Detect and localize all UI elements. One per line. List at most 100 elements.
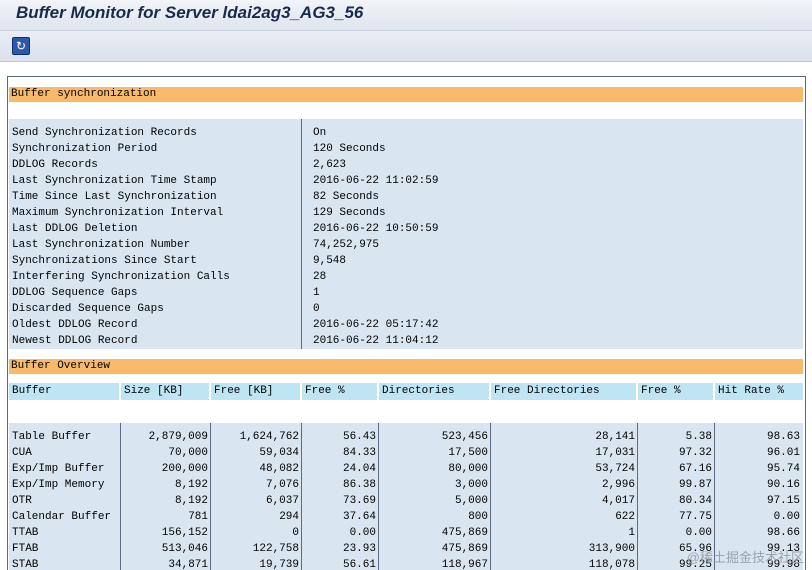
overview-row: FTAB 513,046 122,758 23.93 475,869 313,900 65.… [9, 541, 803, 557]
window-title: Buffer Monitor for Server ldai2ag3_AG3_5… [16, 3, 364, 22]
ov-free-pct: 24.04 [342, 463, 376, 475]
ov-buffer: Exp/Imp Buffer [12, 463, 105, 475]
ov-directories: 118,967 [441, 559, 488, 570]
sync-row-value: 129 Seconds [313, 207, 386, 219]
sync-row-label: Last DDLOG Deletion [12, 223, 138, 235]
ov-free-kb: 294 [279, 511, 299, 523]
sync-row: Last Synchronization Number 74,252,975 [9, 237, 803, 253]
ov-directories: 3,000 [454, 479, 488, 491]
main-content: Buffer synchronization Send Synchronizat… [0, 62, 812, 570]
ov-directories: 475,869 [441, 527, 488, 539]
ov-size: 2,879,009 [148, 431, 208, 443]
ov-buffer: Exp/Imp Memory [12, 479, 105, 491]
sync-row-label: Send Synchronization Records [12, 127, 197, 139]
col-free-dir-pct: Free % [638, 383, 713, 400]
ov-directories: 523,456 [441, 431, 488, 443]
sync-row-label: Oldest DDLOG Record [12, 319, 138, 331]
col-free-pct: Free % [302, 383, 377, 400]
refresh-icon[interactable]: ↻ [12, 37, 30, 55]
sync-row-value: 2016-06-22 05:17:42 [313, 319, 439, 331]
sync-row-label: Newest DDLOG Record [12, 335, 138, 347]
ov-buffer: Calendar Buffer [12, 511, 112, 523]
sync-row-value: On [313, 127, 327, 139]
ov-free-kb: 6,037 [265, 495, 299, 507]
ov-size: 200,000 [161, 463, 208, 475]
sync-row-value: 9,548 [313, 255, 347, 267]
ov-free-kb: 19,739 [259, 559, 299, 570]
ov-free-directories: 622 [615, 511, 635, 523]
ov-free-directories: 17,031 [595, 447, 635, 459]
sync-row: Discarded Sequence Gaps 0 [9, 301, 803, 317]
ov-buffer: STAB [12, 559, 39, 570]
ov-size: 34,871 [168, 559, 208, 570]
sync-row: Send Synchronization Records On [9, 125, 803, 141]
ov-size: 781 [188, 511, 208, 523]
sync-row: Last Synchronization Time Stamp 2016-06-2… [9, 173, 803, 189]
sync-row-label: Interfering Synchronization Calls [12, 271, 230, 283]
ov-free-pct: 56.43 [342, 431, 376, 443]
ov-free-dir-pct: 97.32 [678, 447, 712, 459]
sync-row-value: 28 [313, 271, 327, 283]
ov-free-directories: 53,724 [595, 463, 635, 475]
sync-row-label: Last Synchronization Number [12, 239, 191, 251]
overview-row: Table Buffer 2,879,009 1,624,762 56.43 523,4… [9, 429, 803, 445]
sync-row: Last DDLOG Deletion 2016-06-22 10:50:59 [9, 221, 803, 237]
ov-size: 8,192 [174, 495, 208, 507]
sync-row-label: Synchronization Period [12, 143, 158, 155]
watermark: @稀土掘金技术社区 [686, 550, 804, 565]
ov-hit-rate: 90.16 [766, 479, 800, 491]
ov-directories: 17,500 [448, 447, 488, 459]
application-toolbar: ↻ [0, 31, 812, 62]
ov-free-directories: 118,078 [588, 559, 635, 570]
overview-row: Calendar Buffer 781 294 37.64 800 622 77.75 0.0… [9, 509, 803, 525]
overview-table: Table Buffer 2,879,009 1,624,762 56.43 523,4… [9, 423, 803, 570]
ov-free-kb: 59,034 [259, 447, 299, 459]
sync-row: Oldest DDLOG Record 2016-06-22 05:17:42 [9, 317, 803, 333]
overview-row: Exp/Imp Buffer 200,000 48,082 24.04 80,000 53… [9, 461, 803, 477]
sync-row-label: Discarded Sequence Gaps [12, 303, 164, 315]
ov-buffer: Table Buffer [12, 431, 92, 443]
ov-size: 513,046 [161, 543, 208, 555]
sync-row-value: 0 [313, 303, 320, 315]
ov-free-directories: 2,996 [601, 479, 635, 491]
ov-free-dir-pct: 0.00 [685, 527, 712, 539]
ov-directories: 475,869 [441, 543, 488, 555]
ov-directories: 800 [468, 511, 488, 523]
sync-row-value: 1 [313, 287, 320, 299]
sync-row-value: 2,623 [313, 159, 347, 171]
ov-hit-rate: 95.74 [766, 463, 800, 475]
sync-row: Interfering Synchronization Calls 28 [9, 269, 803, 285]
overview-column-headers: Buffer Size [KB] Free [KB] Free % Direct… [9, 379, 803, 405]
col-directories: Directories [379, 383, 489, 400]
ov-buffer: OTR [12, 495, 32, 507]
ov-free-directories: 313,900 [588, 543, 635, 555]
sync-row: Newest DDLOG Record 2016-06-22 11:04:12 [9, 333, 803, 349]
overview-row: Exp/Imp Memory 8,192 7,076 86.38 3,000 2,996 9… [9, 477, 803, 493]
ov-free-pct: 23.93 [342, 543, 376, 555]
ov-buffer: TTAB [12, 527, 39, 539]
sync-row-label: DDLOG Sequence Gaps [12, 287, 138, 299]
ov-free-pct: 84.33 [342, 447, 376, 459]
ov-free-dir-pct: 5.38 [685, 431, 712, 443]
title-bar: Buffer Monitor for Server ldai2ag3_AG3_5… [0, 0, 812, 31]
sync-row: Synchronizations Since Start 9,548 [9, 253, 803, 269]
ov-free-pct: 56.61 [342, 559, 376, 570]
ov-free-kb: 1,624,762 [239, 431, 299, 443]
sync-row: Synchronization Period 120 Seconds [9, 141, 803, 157]
col-free-kb: Free [KB] [211, 383, 300, 400]
overview-row: OTR 8,192 6,037 73.69 5,000 4,017 80.34 97.15 [9, 493, 803, 509]
ov-size: 70,000 [168, 447, 208, 459]
ov-directories: 5,000 [454, 495, 488, 507]
col-size: Size [KB] [121, 383, 209, 400]
sync-row-value: 2016-06-22 10:50:59 [313, 223, 439, 235]
sync-row-value: 120 Seconds [313, 143, 386, 155]
sync-row: Maximum Synchronization Interval 129 Seco… [9, 205, 803, 221]
ov-free-dir-pct: 80.34 [678, 495, 712, 507]
col-buffer: Buffer [9, 383, 119, 400]
ov-hit-rate: 97.15 [766, 495, 800, 507]
col-hit-rate: Hit Rate % [715, 383, 803, 400]
ov-free-kb: 7,076 [265, 479, 299, 491]
ov-free-dir-pct: 99.87 [678, 479, 712, 491]
sync-row-value: 82 Seconds [313, 191, 380, 203]
ov-buffer: FTAB [12, 543, 39, 555]
